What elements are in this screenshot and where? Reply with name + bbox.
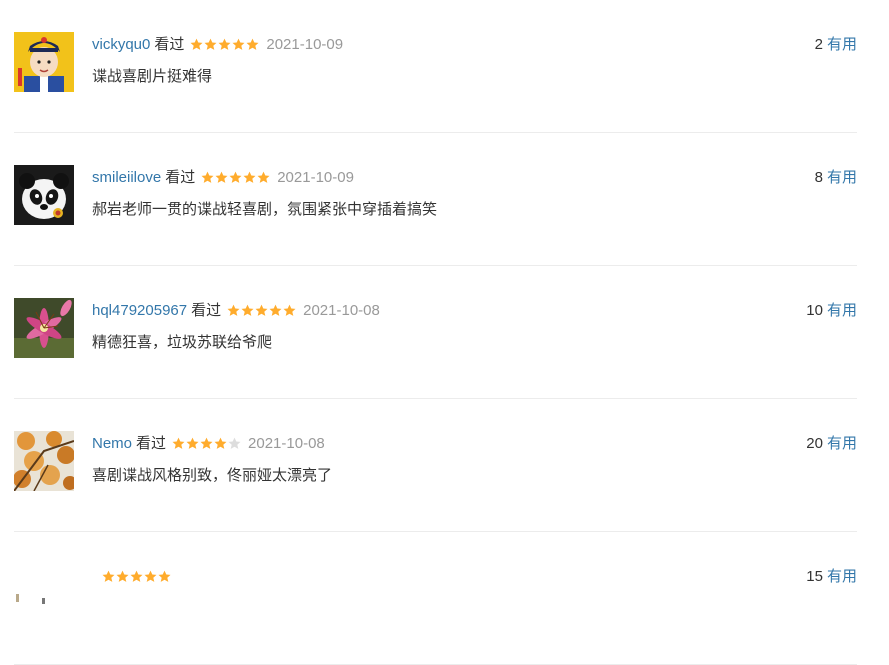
star-icon xyxy=(227,304,240,316)
autumn-leaves-avatar[interactable] xyxy=(14,431,74,491)
review-comment: 精德狂喜，垃圾苏联给爷爬 xyxy=(92,334,273,351)
star-icon xyxy=(269,304,282,316)
star-icon xyxy=(229,171,242,183)
star-icon xyxy=(214,437,227,449)
username-link[interactable]: vickyqu0 xyxy=(92,36,150,53)
useful-count: 8 xyxy=(814,169,823,186)
star-icon xyxy=(257,171,270,183)
username-link[interactable]: smileiilove xyxy=(92,169,161,186)
review-comment: 郝岩老师一贯的谍战轻喜剧，氛围紧张中穿插着搞笑 xyxy=(92,201,438,218)
useful-count: 20 xyxy=(806,435,823,452)
useful-votes: 10 有用 xyxy=(806,301,857,321)
star-icon xyxy=(172,437,185,449)
review-date: 2021-10-08 xyxy=(248,435,325,452)
watch-status: 看过 xyxy=(165,169,196,186)
star-icon xyxy=(201,171,214,183)
star-icon xyxy=(158,570,171,582)
cartoon-boy-avatar[interactable] xyxy=(14,32,74,92)
useful-votes: 8 有用 xyxy=(815,168,857,188)
useful-button[interactable]: 有用 xyxy=(827,169,857,186)
useful-count: 10 xyxy=(806,302,823,319)
star-icon xyxy=(241,304,254,316)
review-comment: 谍战喜剧片挺难得 xyxy=(92,68,213,85)
review-item: Nemo 看过 2021-10-08 20 有用 喜剧谍战风格别致，佟丽娅太漂亮了 xyxy=(14,399,857,532)
partial-avatar[interactable] xyxy=(14,564,74,624)
star-icon xyxy=(200,437,213,449)
watch-status: 看过 xyxy=(191,302,222,319)
star-icon xyxy=(228,437,241,449)
review-item: 15 有用 xyxy=(14,532,857,665)
star-icon xyxy=(130,570,143,582)
star-icon xyxy=(255,304,268,316)
rating-stars xyxy=(172,437,242,460)
watch-status: 看过 xyxy=(154,36,185,53)
star-icon xyxy=(215,171,228,183)
star-icon xyxy=(232,38,245,50)
review-item: hql479205967 看过 2021-10-08 10 有用 精德狂喜，垃圾苏联给… xyxy=(14,266,857,399)
watch-status: 看过 xyxy=(136,435,167,452)
star-icon xyxy=(246,38,259,50)
star-icon xyxy=(116,570,129,582)
useful-votes: 2 有用 xyxy=(815,35,857,55)
useful-count: 2 xyxy=(814,36,823,53)
star-icon xyxy=(190,38,203,50)
star-icon xyxy=(243,171,256,183)
useful-button[interactable]: 有用 xyxy=(827,435,857,452)
useful-button[interactable]: 有用 xyxy=(827,36,857,53)
review-date: 2021-10-09 xyxy=(277,169,354,186)
lily-flower-avatar[interactable] xyxy=(14,298,74,358)
review-comment: 喜剧谍战风格别致，佟丽娅太漂亮了 xyxy=(92,467,333,484)
review-item: smileiilove 看过 2021-10-09 8 有用 郝岩老师一贯的谍战轻喜剧… xyxy=(14,133,857,266)
rating-stars xyxy=(190,38,260,61)
review-date: 2021-10-08 xyxy=(303,302,380,319)
review-meta: vickyqu0 看过 2021-10-09 xyxy=(92,35,343,61)
rating-stars xyxy=(102,570,172,593)
star-icon xyxy=(218,38,231,50)
star-icon xyxy=(283,304,296,316)
useful-button[interactable]: 有用 xyxy=(827,302,857,319)
review-meta: smileiilove 看过 2021-10-09 xyxy=(92,168,354,194)
review-list: vickyqu0 看过 2021-10-09 2 有用 谍战喜剧片挺难得 smi… xyxy=(14,0,857,665)
panda-avatar[interactable] xyxy=(14,165,74,225)
star-icon xyxy=(102,570,115,582)
rating-stars xyxy=(227,304,297,327)
review-item: vickyqu0 看过 2021-10-09 2 有用 谍战喜剧片挺难得 xyxy=(14,0,857,133)
star-icon xyxy=(144,570,157,582)
useful-votes: 15 有用 xyxy=(806,567,857,587)
star-icon xyxy=(204,38,217,50)
useful-votes: 20 有用 xyxy=(806,434,857,454)
rating-stars xyxy=(201,171,271,194)
review-meta: Nemo 看过 2021-10-08 xyxy=(92,434,325,460)
star-icon xyxy=(186,437,199,449)
review-meta: hql479205967 看过 2021-10-08 xyxy=(92,301,380,327)
review-date: 2021-10-09 xyxy=(266,36,344,53)
username-link[interactable]: Nemo xyxy=(92,435,132,452)
username-link[interactable]: hql479205967 xyxy=(92,302,187,319)
